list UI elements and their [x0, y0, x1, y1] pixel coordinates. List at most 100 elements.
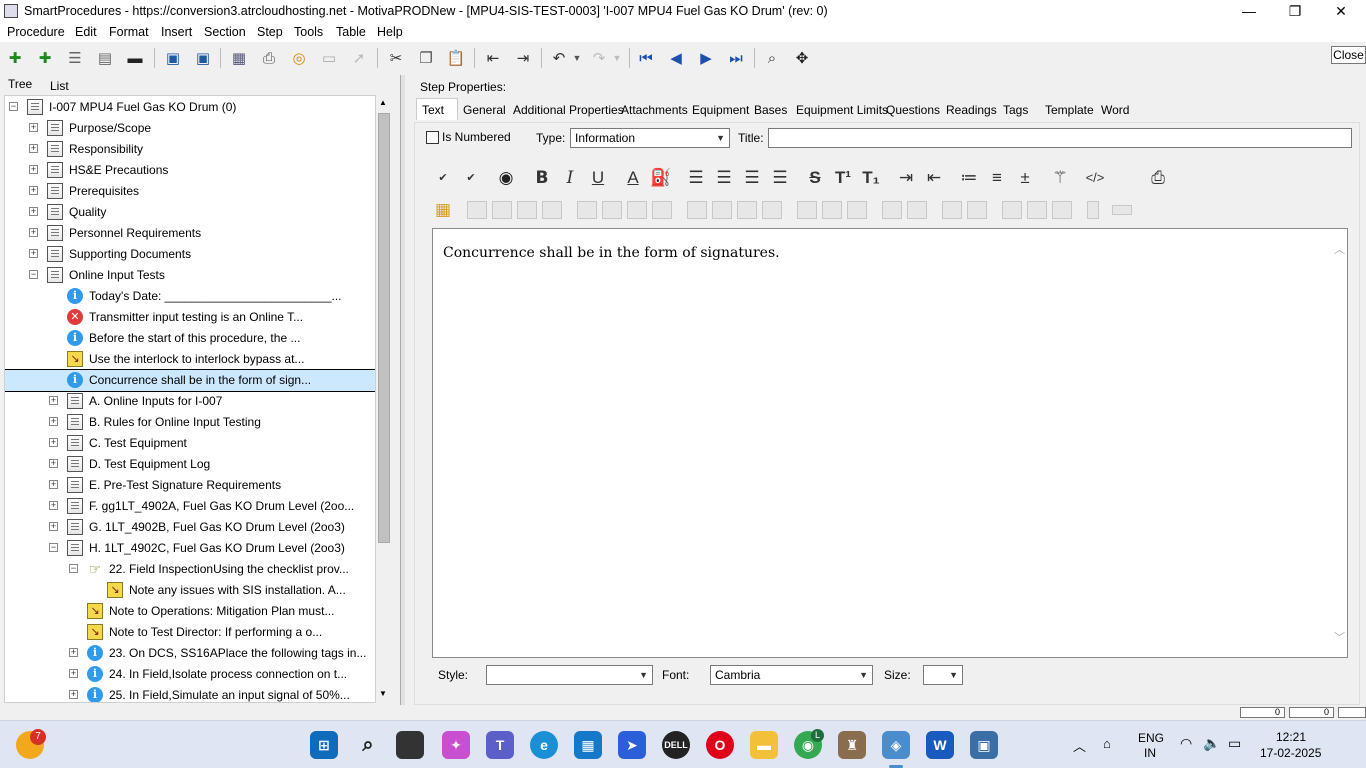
print-preview-icon[interactable]: ⎙	[1147, 167, 1169, 189]
html-source-icon[interactable]: </>	[1084, 167, 1106, 189]
tab-tags[interactable]: Tags	[1003, 103, 1028, 117]
panel-splitter[interactable]	[400, 75, 405, 705]
export-icon[interactable]: ▭	[319, 48, 339, 68]
tree-item[interactable]: + C. Test Equipment	[5, 433, 375, 454]
maximize-button[interactable]: ❐	[1272, 0, 1318, 23]
expand-icon[interactable]: +	[29, 249, 38, 258]
tree-item[interactable]: + Responsibility	[5, 139, 375, 160]
style-select[interactable]: ▼	[486, 665, 653, 685]
size-select[interactable]: ▼	[923, 665, 963, 685]
table-tool-icon[interactable]	[712, 201, 732, 219]
save-icon[interactable]: ▣	[193, 48, 213, 68]
font-color-icon[interactable]: A	[622, 167, 644, 189]
table-tool-icon[interactable]	[882, 201, 902, 219]
tree-item[interactable]: − ☞ 22. Field InspectionUsing the checklis…	[5, 559, 375, 580]
tree-item[interactable]: + i 25. In Field,Simulate an input signal …	[5, 685, 375, 702]
expand-icon[interactable]: +	[49, 480, 58, 489]
table-tool-icon[interactable]	[1087, 201, 1099, 219]
table-tool-icon[interactable]	[492, 201, 512, 219]
collapse-icon[interactable]: −	[49, 543, 58, 552]
volume-icon[interactable]: 🔈	[1203, 735, 1220, 752]
app-icon[interactable]: ♜	[838, 731, 866, 759]
table-tool-icon[interactable]	[652, 201, 672, 219]
magic-wand-icon[interactable]: ⚚	[1049, 167, 1071, 189]
battery-icon[interactable]: ▭	[1228, 735, 1241, 752]
tree-item[interactable]: + Personnel Requirements	[5, 223, 375, 244]
align-left-icon[interactable]: ☰	[685, 167, 707, 189]
tab-equipment-limits[interactable]: Equipment Limits	[796, 103, 888, 117]
next-icon[interactable]: ▶	[696, 48, 716, 68]
file-explorer-icon[interactable]: ▬	[750, 731, 778, 759]
expand-icon[interactable]: +	[29, 165, 38, 174]
tree-item[interactable]: − H. 1LT_4902C, Fuel Gas KO Drum Level (2…	[5, 538, 375, 559]
collapse-icon[interactable]: −	[9, 102, 18, 111]
menu-format[interactable]: Format	[109, 25, 149, 39]
teams-icon[interactable]: T	[486, 731, 514, 759]
tree-item[interactable]: + G. 1LT_4902B, Fuel Gas KO Drum Level (2…	[5, 517, 375, 538]
expand-icon[interactable]: +	[69, 648, 78, 657]
tree-item[interactable]: + i 23. On DCS, SS16APlace the following t…	[5, 643, 375, 664]
wifi-icon[interactable]: ◠	[1180, 735, 1192, 752]
title-input[interactable]	[768, 128, 1352, 148]
tab-word[interactable]: Word	[1101, 103, 1129, 117]
clock-date[interactable]: 17-02-2025	[1260, 746, 1321, 760]
tree-item[interactable]: i Today's Date: _________________________…	[5, 286, 375, 307]
table-tool-icon[interactable]	[1002, 201, 1022, 219]
is-numbered-checkbox[interactable]	[426, 131, 439, 144]
expand-icon[interactable]: +	[29, 228, 38, 237]
table-tool-icon[interactable]	[797, 201, 817, 219]
expand-icon[interactable]: +	[49, 438, 58, 447]
superscript-icon[interactable]: T¹	[832, 167, 854, 189]
outline-icon[interactable]: ▤	[95, 48, 115, 68]
tree-item[interactable]: − Online Input Tests	[5, 265, 375, 286]
expand-icon[interactable]: +	[29, 123, 38, 132]
increase-indent-icon[interactable]: ⇥	[895, 167, 917, 189]
table-tool-icon[interactable]	[687, 201, 707, 219]
expand-icon[interactable]: +	[29, 144, 38, 153]
indent-icon[interactable]: ⇥	[513, 48, 533, 68]
tree-item[interactable]: ↘ Note to Test Director: If performing a …	[5, 622, 375, 643]
tree-item[interactable]: + B. Rules for Online Input Testing	[5, 412, 375, 433]
sync-icon[interactable]: ◎	[289, 48, 309, 68]
tree-item[interactable]: + A. Online Inputs for I-007	[5, 391, 375, 412]
add-icon[interactable]: ✚	[5, 48, 25, 68]
clock-time[interactable]: 12:21	[1276, 730, 1306, 744]
spellcheck-icon[interactable]: ✔	[432, 167, 454, 189]
table-tool-icon[interactable]	[602, 201, 622, 219]
tab-general[interactable]: General	[463, 103, 506, 117]
tree-item[interactable]: + F. gg1LT_4902A, Fuel Gas KO Drum Level …	[5, 496, 375, 517]
redo-icon[interactable]: ↷	[589, 48, 609, 68]
menu-tools[interactable]: Tools	[294, 25, 323, 39]
edge-icon[interactable]: e	[530, 731, 558, 759]
tree-item[interactable]: + D. Test Equipment Log	[5, 454, 375, 475]
menu-step[interactable]: Step	[257, 25, 283, 39]
remove-icon[interactable]: ▬	[125, 48, 145, 68]
menu-table[interactable]: Table	[336, 25, 366, 39]
table-tool-icon[interactable]	[967, 201, 987, 219]
dell-icon[interactable]: DELL	[662, 731, 690, 759]
italic-icon[interactable]: I	[559, 167, 581, 189]
window-close-button[interactable]: ✕	[1318, 0, 1364, 23]
menu-procedure[interactable]: Procedure	[7, 25, 65, 39]
task-view-icon[interactable]	[396, 731, 424, 759]
close-button[interactable]: Close	[1331, 46, 1366, 64]
tree-item[interactable]: ↘ Use the interlock to interlock bypass a…	[5, 349, 375, 370]
table-tool-icon[interactable]	[517, 201, 537, 219]
tab-bases[interactable]: Bases	[754, 103, 787, 117]
subscript-icon[interactable]: T₁	[860, 167, 882, 189]
table-tool-icon[interactable]	[762, 201, 782, 219]
bold-icon[interactable]: B	[531, 167, 553, 189]
cut-icon[interactable]: ✂	[386, 48, 406, 68]
table-tool-icon[interactable]	[467, 201, 487, 219]
tree-item[interactable]: ↘ Note to Operations: Mitigation Plan mus…	[5, 601, 375, 622]
align-center-icon[interactable]: ☰	[713, 167, 735, 189]
step-text-editor[interactable]: Concurrence shall be in the form of sign…	[432, 228, 1348, 658]
opera-icon[interactable]: O	[706, 731, 734, 759]
word-icon[interactable]: W	[926, 731, 954, 759]
table-tool-icon[interactable]	[542, 201, 562, 219]
tab-questions[interactable]: Questions	[886, 103, 940, 117]
strikethrough-icon[interactable]: S	[804, 167, 826, 189]
thesaurus-icon[interactable]: ◉	[495, 167, 517, 189]
bullet-list-icon[interactable]: ≔	[958, 167, 980, 189]
copy-icon[interactable]: ❐	[416, 48, 436, 68]
